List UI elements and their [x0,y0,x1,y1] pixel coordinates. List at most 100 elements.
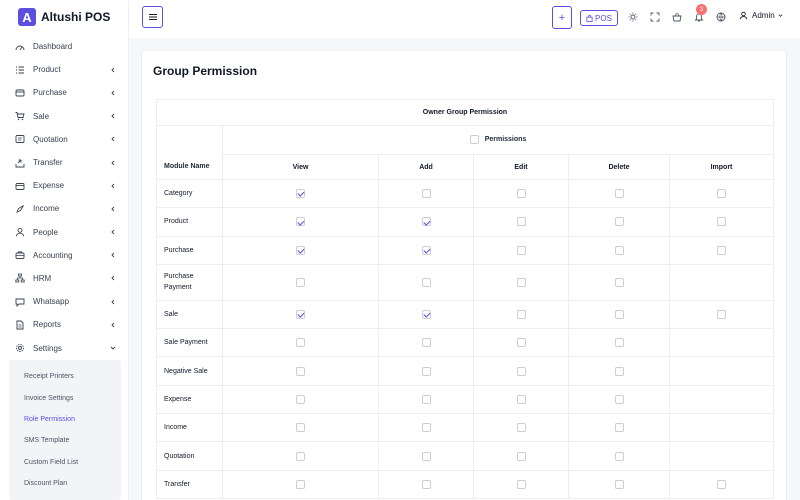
edit-checkbox[interactable] [516,310,526,320]
table-row: Expense [156,384,775,415]
add-checkbox[interactable] [421,310,431,320]
view-checkbox[interactable] [296,217,305,227]
view-checkbox[interactable] [296,451,305,461]
submenu-item-sms-template[interactable]: SMS Template [9,430,121,451]
sidebar-item-label: Dashboard [33,42,73,52]
sidebar-item-transfer[interactable]: Transfer [0,151,128,174]
chevron-left-icon [110,206,116,212]
delete-checkbox[interactable] [614,366,624,376]
view-checkbox[interactable] [296,189,305,199]
add-checkbox[interactable] [421,277,431,287]
sidebar-item-accounting[interactable]: Accounting [0,244,128,267]
sidebar-item-reports[interactable]: Reports [0,313,128,336]
submenu-item-custom-field-list[interactable]: Custom Field List [9,452,121,473]
card-icon [15,88,25,98]
sidebar-item-sale[interactable]: Sale [0,105,128,128]
chevron-left-icon [110,322,116,328]
add-checkbox[interactable] [421,394,431,404]
view-checkbox[interactable] [296,245,305,255]
submenu-item-role-permission[interactable]: Role Permission [9,409,121,430]
add-checkbox[interactable] [421,245,431,255]
delete-checkbox[interactable] [614,277,624,287]
page-title: Group Permission [153,64,258,78]
add-checkbox[interactable] [421,479,431,489]
edit-checkbox[interactable] [516,245,526,255]
sidebar-item-quotation[interactable]: Quotation [0,128,128,151]
sidebar-item-people[interactable]: People [0,221,128,244]
edit-checkbox[interactable] [516,366,526,376]
add-button[interactable]: + [552,6,572,29]
add-checkbox[interactable] [421,423,431,433]
share-icon [15,158,25,168]
sidebar-item-income[interactable]: Income [0,197,128,220]
delete-checkbox[interactable] [614,217,624,227]
import-checkbox[interactable] [717,310,726,320]
edit-checkbox[interactable] [516,277,526,287]
column-header-view: View [222,154,379,180]
column-header-add: Add [378,154,474,180]
add-checkbox[interactable] [421,366,431,376]
sidebar-item-label: People [33,227,58,237]
cell-view [222,178,379,209]
cell-delete [568,235,670,265]
add-checkbox[interactable] [421,338,431,348]
cell-add [378,469,474,499]
edit-checkbox[interactable] [516,394,526,404]
edit-checkbox[interactable] [516,189,526,199]
menu-toggle-button[interactable] [142,6,163,28]
delete-checkbox[interactable] [614,394,624,404]
delete-checkbox[interactable] [614,189,624,199]
edit-checkbox[interactable] [516,217,526,227]
view-checkbox[interactable] [296,366,305,376]
view-checkbox[interactable] [296,277,305,287]
sidebar-item-label: HRM [33,273,52,283]
sidebar-item-settings[interactable]: Settings [0,336,128,359]
sidebar-item-expense[interactable]: Expense [0,174,128,197]
import-checkbox[interactable] [717,245,726,255]
view-checkbox[interactable] [296,310,305,320]
delete-checkbox[interactable] [614,310,624,320]
sidebar-item-purchase[interactable]: Purchase [0,81,128,104]
view-checkbox[interactable] [296,479,305,489]
table-row: Purchase [156,235,775,265]
add-checkbox[interactable] [421,189,431,199]
import-checkbox[interactable] [717,217,726,227]
cell-edit [473,384,569,415]
basket-icon[interactable] [672,12,682,22]
add-checkbox[interactable] [421,217,431,227]
cell-edit [473,207,569,237]
cell-add [378,207,474,237]
submenu-item-discount-plan[interactable]: Discount Plan [9,473,121,494]
cell-edit [473,328,569,358]
user-menu[interactable]: Admin [739,11,783,20]
sidebar-item-whatsapp[interactable]: Whatsapp [0,290,128,313]
delete-checkbox[interactable] [614,245,624,255]
edit-checkbox[interactable] [516,451,526,461]
delete-checkbox[interactable] [614,338,624,348]
edit-checkbox[interactable] [516,338,526,348]
sidebar-item-dashboard[interactable]: Dashboard [0,35,128,58]
view-checkbox[interactable] [296,394,305,404]
globe-icon[interactable] [716,12,726,22]
delete-checkbox[interactable] [614,423,624,433]
edit-checkbox[interactable] [516,423,526,433]
sidebar-item-label: Income [33,204,60,214]
add-checkbox[interactable] [421,451,431,461]
delete-checkbox[interactable] [614,451,624,461]
submenu-item-invoice-settings[interactable]: Invoice Settings [9,387,121,408]
submenu-item-receipt-printers[interactable]: Receipt Printers [9,366,121,387]
delete-checkbox[interactable] [614,479,624,489]
import-checkbox[interactable] [717,189,726,199]
view-checkbox[interactable] [296,423,305,433]
fullscreen-icon[interactable] [650,12,660,22]
sidebar-item-product[interactable]: Product [0,58,128,81]
pos-button[interactable]: POS [580,10,618,26]
edit-checkbox[interactable] [516,479,526,489]
brand[interactable]: A Altushi POS [0,0,128,34]
sidebar-item-hrm[interactable]: HRM [0,267,128,290]
view-checkbox[interactable] [296,338,305,348]
import-checkbox[interactable] [717,479,726,489]
select-all-checkbox[interactable] [469,134,479,144]
sun-icon[interactable] [628,12,638,22]
sidebar-item-label: Settings [33,343,62,353]
